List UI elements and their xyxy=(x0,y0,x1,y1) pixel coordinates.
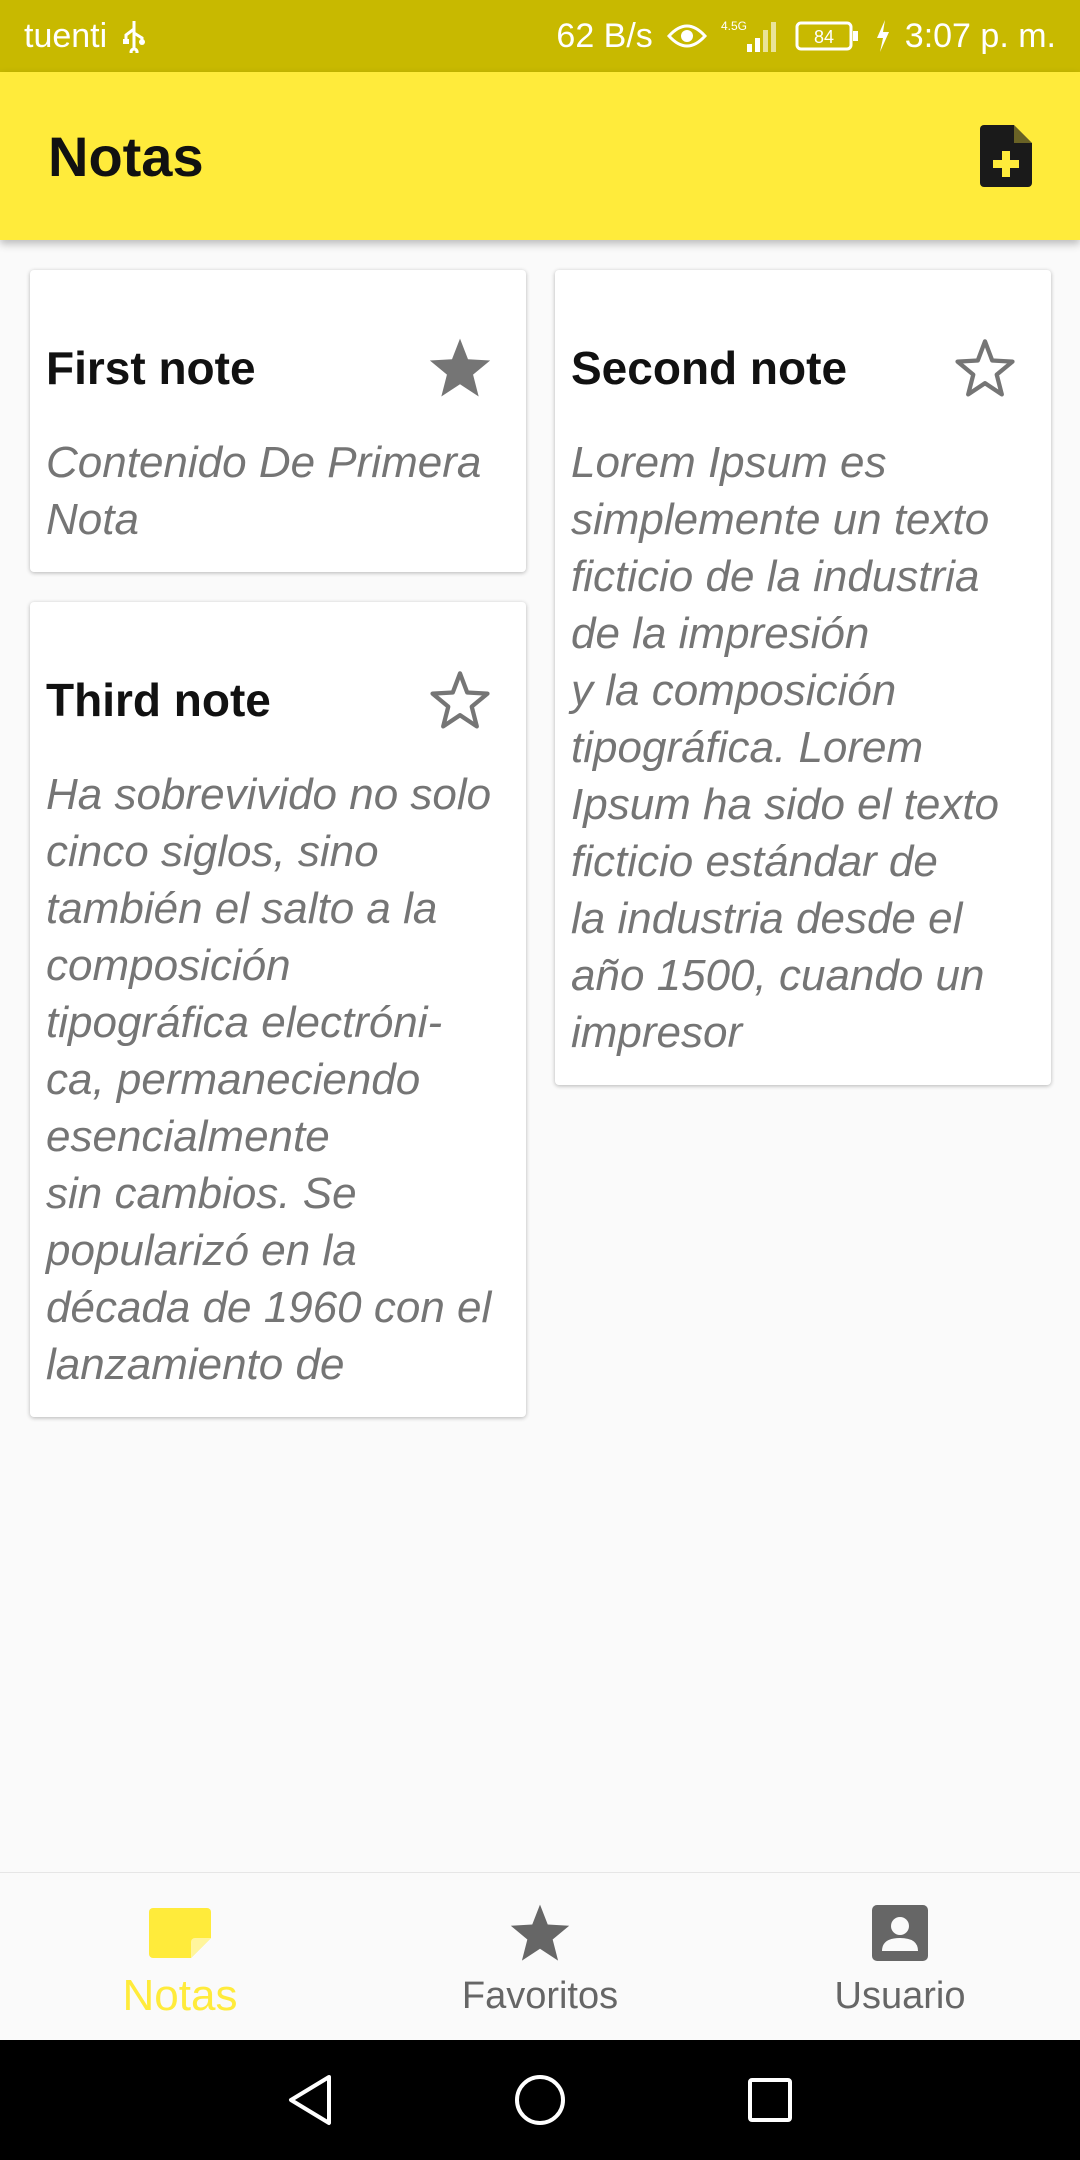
back-button[interactable] xyxy=(270,2060,350,2140)
note-body: Lorem Ipsum es simplemente un texto fict… xyxy=(571,438,1000,1057)
star-filled-icon xyxy=(429,338,491,397)
nav-label: Favoritos xyxy=(461,1975,619,2017)
status-bar-left: tuenti xyxy=(24,17,147,56)
nav-label: Usuario xyxy=(834,1975,966,2017)
note-header: First note xyxy=(46,332,496,404)
favorite-toggle[interactable] xyxy=(949,332,1021,404)
note-body: Ha sobrevivido no solo cinco siglos, sin… xyxy=(46,770,492,1389)
signal-icon: 4.5G xyxy=(721,18,781,54)
star-outline-icon xyxy=(955,339,1015,397)
page-title: Notas xyxy=(48,124,204,188)
note-title: Second note xyxy=(571,342,848,394)
star-icon xyxy=(509,1901,571,1965)
favorite-toggle[interactable] xyxy=(424,332,496,404)
star-outline-icon xyxy=(430,671,490,729)
bottom-navigation: Notas Favoritos Usuario xyxy=(0,1872,1080,2040)
network-speed: 62 B/s xyxy=(556,16,653,55)
recents-button[interactable] xyxy=(730,2060,810,2140)
account-icon xyxy=(872,1901,928,1965)
note-card[interactable]: Second note Lorem Ipsum es simplemente u… xyxy=(555,270,1051,1085)
nav-label: Notas xyxy=(122,1971,238,2020)
battery-icon: 84 xyxy=(795,20,861,52)
add-note-icon xyxy=(980,125,1032,187)
charging-icon xyxy=(875,20,891,52)
note-title: Third note xyxy=(46,674,271,726)
status-bar: tuenti 62 B/s 4.5G 84 3:07 p. m. xyxy=(0,0,1080,72)
note-body: Contenido De Primera Nota xyxy=(46,438,482,544)
status-bar-right: 62 B/s 4.5G 84 3:07 p. m. xyxy=(556,17,1056,56)
eye-icon xyxy=(666,22,707,50)
carrier-name: tuenti xyxy=(24,16,108,55)
note-card[interactable]: Third note Ha sobrevivido no solo cinco … xyxy=(30,602,526,1417)
add-note-button[interactable] xyxy=(966,116,1046,196)
favorite-toggle[interactable] xyxy=(424,664,496,736)
home-icon xyxy=(515,2075,565,2125)
back-icon xyxy=(289,2075,331,2125)
nav-item-usuario[interactable]: Usuario xyxy=(720,1873,1080,2040)
app-bar: Notas xyxy=(0,72,1080,240)
note-icon xyxy=(149,1901,211,1965)
note-header: Third note xyxy=(46,664,496,736)
notes-grid: First note Contenido De Primera Nota Thi… xyxy=(0,240,1080,1872)
battery-level: 84 xyxy=(814,27,834,47)
clock: 3:07 p. m. xyxy=(904,16,1056,55)
nav-item-notas[interactable]: Notas xyxy=(0,1873,360,2040)
notes-column-left: First note Contenido De Primera Nota Thi… xyxy=(30,270,526,1447)
home-button[interactable] xyxy=(500,2060,580,2140)
recents-icon xyxy=(748,2078,792,2122)
note-header: Second note xyxy=(571,332,1021,404)
notes-column-right: Second note Lorem Ipsum es simplemente u… xyxy=(555,270,1051,1115)
nav-item-favoritos[interactable]: Favoritos xyxy=(360,1873,720,2040)
note-card[interactable]: First note Contenido De Primera Nota xyxy=(30,270,526,572)
svg-text:4.5G: 4.5G xyxy=(721,19,747,33)
usb-icon xyxy=(121,19,147,53)
note-title: First note xyxy=(46,342,256,394)
system-navigation-bar xyxy=(0,2040,1080,2160)
